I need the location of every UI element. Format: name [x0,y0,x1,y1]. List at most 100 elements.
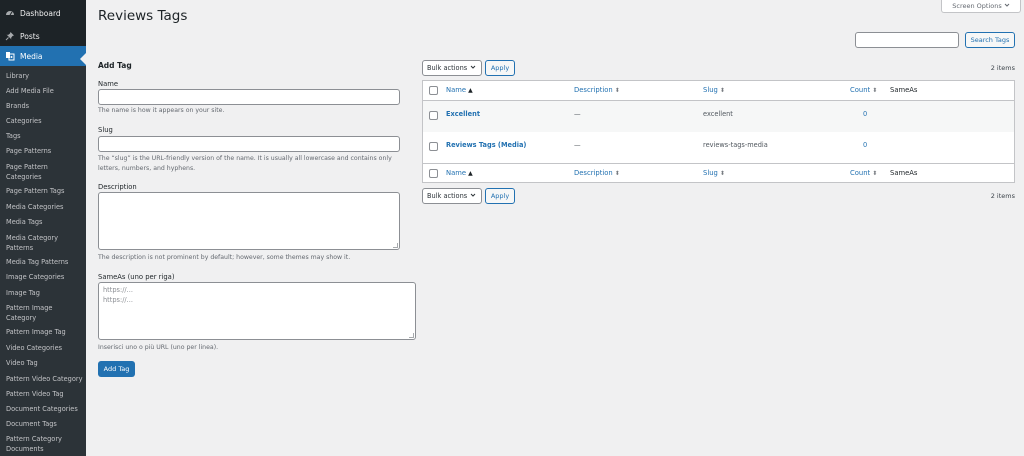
column-slug[interactable]: Slug ⬍ [703,86,725,94]
search-input[interactable] [855,32,959,48]
column-count-label: Count [850,86,871,94]
sameas-label: SameAs (uno per riga) [98,273,175,281]
bulk-actions-label: Bulk actions [427,192,468,200]
row-checkbox[interactable] [429,142,438,151]
row-slug: excellent [703,110,733,118]
submenu-item[interactable]: Add Media File [6,86,84,96]
column-sameas-label: SameAs [890,169,918,177]
submenu-item[interactable]: Video Categories [6,343,84,353]
admin-sidebar: Dashboard Posts Media Library Add Media … [0,0,86,456]
row-name-link[interactable]: Excellent [446,110,480,118]
column-slug-label: Slug [703,86,718,94]
slug-label: Slug [98,126,113,134]
menu-posts-label: Posts [20,31,40,41]
table-row: Reviews Tags (Media) — reviews-tags-medi… [423,132,1014,163]
menu-dashboard[interactable]: Dashboard [0,3,86,23]
column-slug[interactable]: Slug ⬍ [703,169,725,177]
select-all-checkbox[interactable] [429,169,438,178]
sameas-placeholder-line: https://... [103,286,133,294]
column-count[interactable]: Count ⬍ [850,169,877,177]
submenu-item[interactable]: Pattern Video Tag [6,389,84,399]
search-tags-button[interactable]: Search Tags [965,32,1015,48]
submenu-item[interactable]: Document Categories [6,404,84,414]
current-menu-arrow [80,53,86,65]
submenu-item[interactable]: Pattern Image Tag [6,327,84,337]
submenu-item[interactable]: Library [6,71,84,81]
sort-icon: ⬍ [614,169,620,177]
submenu-item[interactable]: Brands [6,101,84,111]
submenu-item[interactable]: Media Tags [6,217,84,227]
bulk-actions-select[interactable]: Bulk actions [422,188,482,204]
submenu-item[interactable]: Tags [6,131,84,141]
column-description[interactable]: Description ⬍ [574,86,620,94]
submenu-item[interactable]: Media Tag Patterns [6,257,84,267]
column-slug-label: Slug [703,169,718,177]
sameas-field[interactable]: https://... https://... [98,282,416,340]
column-name[interactable]: Name ▲ [446,169,473,177]
description-field[interactable] [98,192,400,250]
submenu-item[interactable]: Media Categories [6,202,84,212]
column-sameas-label: SameAs [890,86,918,94]
resize-handle-icon[interactable] [409,333,414,338]
dashboard-icon [5,8,15,18]
menu-posts[interactable]: Posts [0,26,86,46]
row-description: — [574,141,581,149]
screen-options-button[interactable]: Screen Options [941,0,1021,13]
column-name[interactable]: Name ▲ [446,86,473,94]
bulk-actions-label: Bulk actions [427,64,468,72]
apply-button[interactable]: Apply [485,60,515,76]
select-all-checkbox[interactable] [429,86,438,95]
submenu-item[interactable]: Image Categories [6,272,84,282]
column-description-label: Description [574,169,613,177]
submenu-item[interactable]: Image Tag [6,288,84,298]
submenu-item[interactable]: Media Category Patterns [6,233,84,253]
submenu-item[interactable]: Document Tags [6,419,84,429]
sameas-hint: Inserisci uno o più URL (uno per linea). [98,344,219,351]
sort-icon: ⬍ [719,86,725,94]
submenu-item[interactable]: Pattern Video Category [6,374,84,384]
row-count-link[interactable]: 0 [863,110,867,118]
name-label: Name [98,80,119,88]
row-slug: reviews-tags-media [703,141,768,149]
row-count-link[interactable]: 0 [863,141,867,149]
column-count[interactable]: Count ⬍ [850,86,877,94]
description-hint: The description is not prominent by defa… [98,254,351,261]
submenu-item[interactable]: Pattern Image Category [6,303,84,323]
column-name-label: Name [446,169,467,177]
page-title: Reviews Tags [98,8,188,24]
row-name-link[interactable]: Reviews Tags (Media) [446,141,526,149]
submenu-item[interactable]: Page Pattern Tags [6,186,84,196]
table-footer: Name ▲ Description ⬍ Slug ⬍ Count ⬍ Same… [423,163,1014,183]
menu-media[interactable]: Media [0,46,86,66]
sort-asc-icon: ▲ [468,169,473,177]
submenu-item[interactable]: Video Tag [6,358,84,368]
submenu-item[interactable]: Page Patterns [6,146,84,156]
name-field[interactable] [98,89,400,105]
name-hint: The name is how it appears on your site. [98,107,225,114]
chevron-down-icon [470,64,476,72]
item-count: 2 items [990,64,1015,72]
slug-hint: The “slug” is the URL-friendly version o… [98,155,392,172]
description-label: Description [98,183,137,191]
add-tag-button[interactable]: Add Tag [98,361,135,377]
column-description[interactable]: Description ⬍ [574,169,620,177]
bulk-actions-select[interactable]: Bulk actions [422,60,482,76]
chevron-down-icon [1004,2,1010,10]
submenu-item[interactable]: Categories [6,116,84,126]
row-description: — [574,110,581,118]
media-icon [5,51,15,61]
row-checkbox[interactable] [429,111,438,120]
column-count-label: Count [850,169,871,177]
table-header: Name ▲ Description ⬍ Slug ⬍ Count ⬍ Same… [423,81,1014,101]
add-tag-heading: Add Tag [98,61,132,70]
item-count: 2 items [990,192,1015,200]
apply-button[interactable]: Apply [485,188,515,204]
resize-handle-icon[interactable] [393,243,398,248]
slug-field[interactable] [98,136,400,152]
column-sameas: SameAs [890,86,917,94]
screen-options-label: Screen Options [952,1,1002,10]
submenu-item[interactable]: Page Pattern Categories [6,162,84,182]
column-description-label: Description [574,86,613,94]
submenu-item[interactable]: Pattern Category Documents [6,434,84,454]
tags-table: Name ▲ Description ⬍ Slug ⬍ Count ⬍ Same… [422,80,1015,183]
